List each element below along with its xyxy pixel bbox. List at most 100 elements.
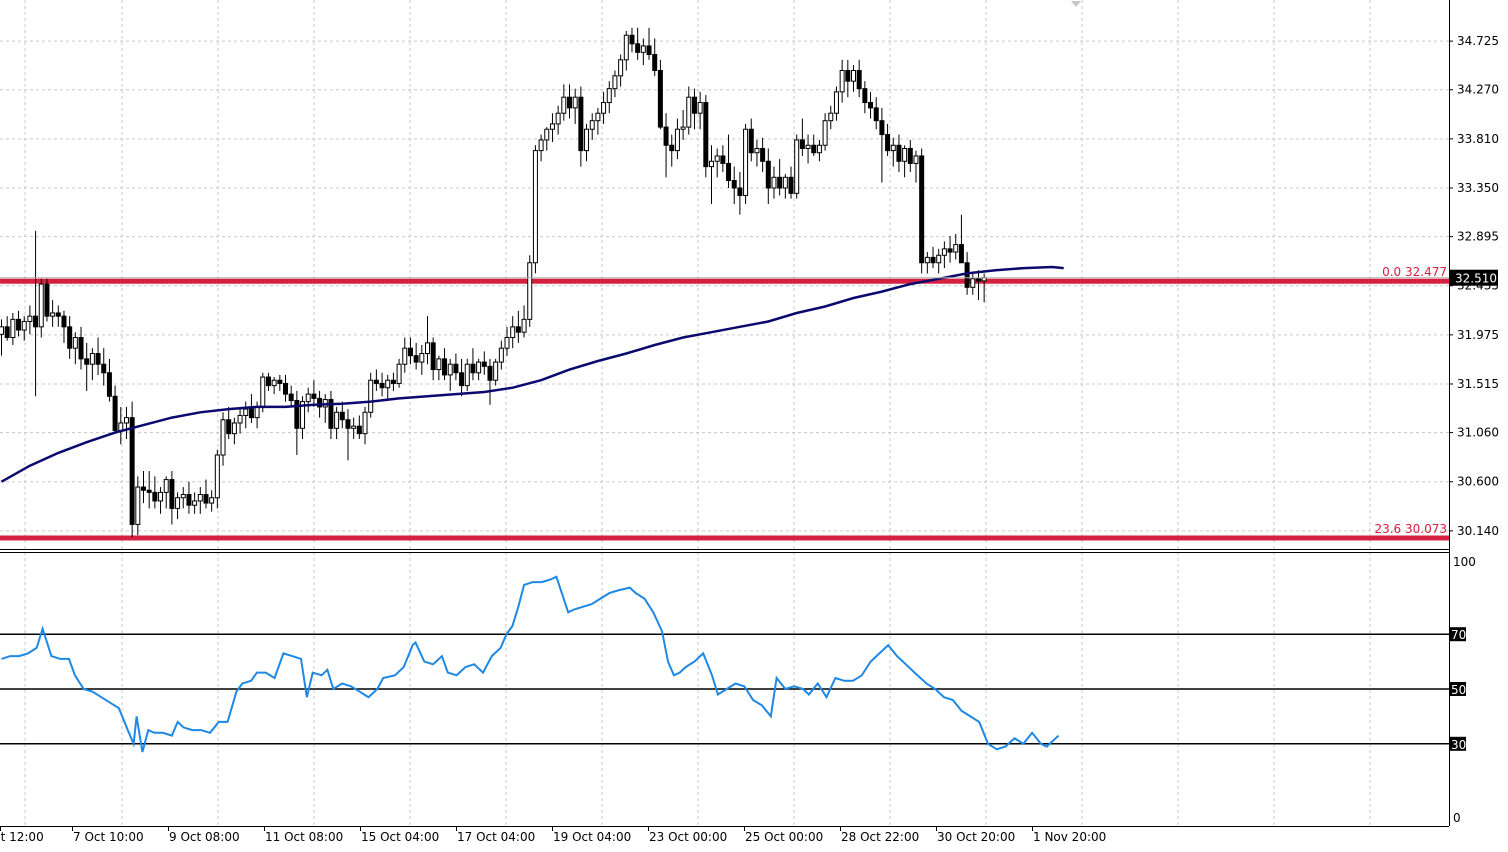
price-tick-label: 31.515 [1457, 377, 1499, 391]
candle-body [481, 361, 487, 367]
candle-body [231, 422, 237, 435]
candle-body [44, 283, 50, 317]
candle-body [941, 248, 947, 256]
fibonacci-level-line[interactable] [0, 535, 1449, 541]
candle-body [16, 318, 22, 331]
candle-body [226, 419, 232, 435]
candle-body [265, 376, 271, 387]
time-tick-label: 11 Oct 08:00 [265, 830, 343, 844]
candle-body [459, 372, 465, 387]
candle-body [260, 376, 266, 408]
candle-body [924, 256, 930, 264]
candle-body [197, 494, 203, 502]
candle-body [425, 342, 430, 355]
candle-body [209, 497, 215, 504]
candle-body [407, 347, 413, 357]
candle-body [663, 126, 669, 146]
candle-body [703, 102, 709, 168]
candle-body [896, 144, 902, 162]
time-tick-label: 25 Oct 00:00 [745, 830, 823, 844]
candle-body [612, 75, 618, 90]
candle-body [362, 411, 368, 435]
candle-body [118, 422, 124, 431]
candle-body [720, 155, 726, 164]
candle [703, 95, 709, 178]
candle-body [27, 315, 33, 322]
candle-body [220, 419, 226, 456]
price-tick-label: 31.975 [1457, 328, 1499, 342]
candle-body [192, 500, 198, 506]
oscillator-tick-label: 0 [1453, 811, 1461, 825]
candle-body [549, 123, 555, 130]
candle-body [760, 147, 766, 162]
candle-body [975, 278, 981, 282]
candle-body [271, 379, 277, 387]
candle-body [243, 408, 249, 416]
candle-body [657, 69, 663, 128]
candle-body [163, 479, 169, 493]
candle-body [652, 53, 658, 71]
candle-body [214, 454, 220, 499]
candle-body [55, 312, 61, 317]
candle-body [851, 69, 856, 82]
candle-body [334, 411, 340, 429]
candle-body [368, 379, 374, 413]
candle-body [640, 45, 646, 53]
candle-body [493, 361, 499, 381]
candle-body [527, 262, 533, 320]
candle-body [635, 43, 641, 53]
candle-body [288, 393, 294, 402]
time-tick-label: 17 Oct 04:00 [457, 830, 535, 844]
candle-body [737, 187, 743, 196]
candle-body [947, 248, 953, 253]
candle-body [771, 176, 777, 189]
candle-body [10, 318, 16, 339]
candle-body [283, 382, 288, 395]
candle [919, 148, 925, 274]
candle-body [447, 363, 453, 376]
candle-body [180, 494, 186, 499]
candle-body [390, 379, 396, 384]
candle-body [498, 347, 504, 363]
candle-body [890, 144, 896, 152]
candle [657, 59, 663, 130]
candle-body [237, 414, 243, 424]
candle-body [532, 150, 538, 264]
time-tick-label: 1 Nov 20:00 [1033, 830, 1106, 844]
price-tick-label: 34.270 [1457, 83, 1499, 97]
candle [129, 401, 135, 538]
candle-body [175, 497, 181, 509]
candle-body [345, 419, 351, 429]
candle-body [203, 494, 209, 504]
candle-body [515, 326, 521, 333]
candle-body [726, 162, 732, 182]
candle-body [356, 425, 362, 435]
candle-body [141, 486, 146, 491]
candle-body [453, 363, 459, 374]
candle-body [38, 283, 44, 328]
candle-body [572, 96, 578, 109]
candle-body [78, 337, 84, 360]
candle-body [521, 318, 527, 333]
candle-body [123, 417, 129, 424]
candle-body [822, 120, 828, 146]
price-tick-label: 31.060 [1457, 426, 1499, 440]
current-price-label: 32.510 [1455, 272, 1497, 286]
candle-body [731, 180, 737, 189]
candle-body [777, 176, 783, 189]
time-tick-label: 28 Oct 22:00 [841, 830, 919, 844]
candle-body [879, 120, 885, 136]
candle-body [152, 491, 158, 502]
candle-body [811, 144, 817, 154]
candle-body [646, 45, 652, 55]
chart-canvas[interactable]: 0.0 32.477 23.6 30.073 70 50 30 100 0 34.725 3… [0, 0, 1508, 848]
candle-body [413, 355, 419, 363]
candle-body [84, 358, 90, 365]
candle-body [436, 358, 442, 371]
fibonacci-level-line[interactable] [0, 278, 1449, 284]
fibonacci-level-label: 23.6 30.073 [1374, 522, 1447, 536]
fibonacci-level-label: 0.0 32.477 [1382, 265, 1447, 279]
candle-body [868, 102, 874, 109]
candle-body [862, 88, 868, 104]
candle-body [61, 315, 67, 328]
